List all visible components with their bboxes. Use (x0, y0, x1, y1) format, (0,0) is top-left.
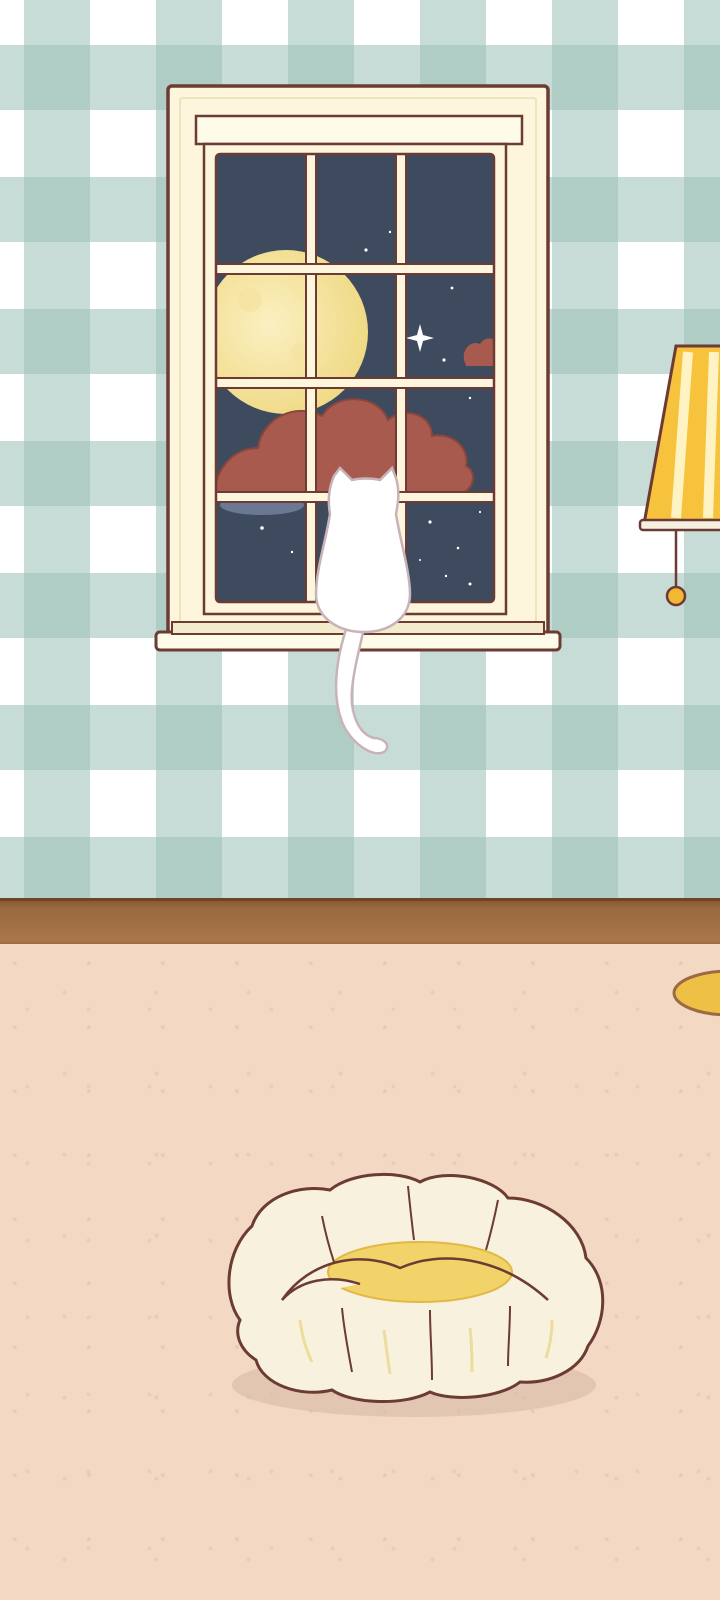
cat-icon (314, 465, 412, 634)
cat[interactable] (314, 465, 412, 755)
floor-lamp[interactable] (638, 344, 720, 607)
cat-bed-cushion[interactable] (227, 1172, 605, 1417)
game-scene (0, 0, 720, 1600)
lamp-pull-chain (665, 585, 687, 607)
lamp-icon (638, 344, 720, 532)
scene-art (154, 84, 720, 1417)
cushion-icon (227, 1172, 605, 1404)
yellow-rug[interactable] (672, 969, 720, 1017)
